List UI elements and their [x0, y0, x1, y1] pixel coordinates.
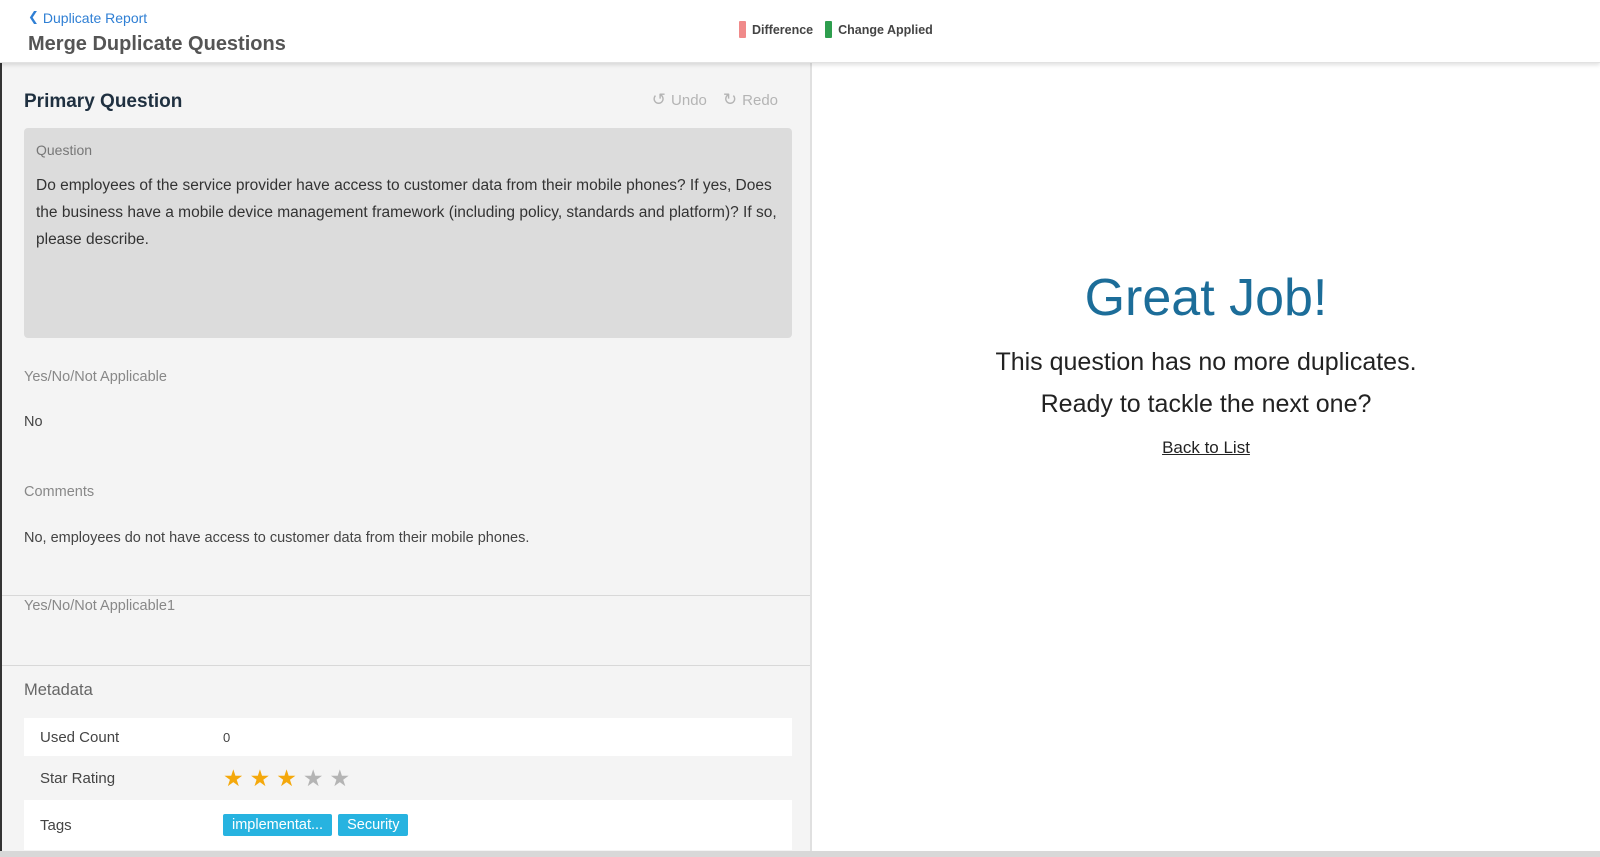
change-legend: Difference Change Applied — [739, 21, 933, 38]
star-icon[interactable]: ★ — [330, 766, 351, 790]
section-divider — [2, 595, 810, 596]
legend-difference-label: Difference — [752, 22, 814, 37]
question-field[interactable]: Question Do employees of the service pro… — [24, 128, 792, 338]
difference-swatch — [739, 21, 746, 38]
primary-question-title: Primary Question — [24, 91, 183, 112]
star-icon[interactable]: ★ — [276, 766, 297, 790]
primary-question-panel: Primary Question ↺ Undo ↻ Redo Question … — [0, 63, 812, 857]
page-header: ❮ Duplicate Report Merge Duplicate Quest… — [0, 0, 1600, 63]
redo-button[interactable]: ↻ Redo — [723, 90, 778, 110]
field-value-yes-no[interactable]: No — [24, 414, 43, 430]
question-label: Question — [36, 142, 93, 158]
field-label-yes-no-1: Yes/No/Not Applicable1 — [24, 598, 176, 614]
legend-change-label: Change Applied — [838, 22, 933, 37]
field-value-comments[interactable]: No, employees do not have access to cust… — [24, 530, 529, 546]
completion-message-line2: Ready to tackle the next one? — [1040, 390, 1372, 418]
section-divider — [2, 665, 810, 666]
metadata-title: Metadata — [24, 681, 93, 699]
redo-label: Redo — [742, 91, 778, 109]
metadata-table: Used Count 0 Star Rating ★ ★ ★ ★ ★ Tags impl… — [24, 718, 792, 850]
completion-message-line1: This question has no more duplicates. — [995, 348, 1417, 376]
redo-icon: ↻ — [722, 90, 738, 109]
back-to-duplicate-report-link[interactable]: ❮ Duplicate Report — [28, 9, 148, 26]
metadata-row-used-count: Used Count 0 — [24, 718, 792, 756]
tags-list: implementat... Security — [223, 814, 409, 836]
legend-difference: Difference — [739, 21, 813, 38]
horizontal-scrollbar[interactable] — [0, 851, 1600, 857]
chevron-left-icon: ❮ — [28, 9, 39, 24]
metadata-row-star-rating: Star Rating ★ ★ ★ ★ ★ — [24, 756, 792, 800]
undo-button[interactable]: ↺ Undo — [652, 90, 707, 110]
back-to-list-link-wrap: Back to List — [812, 438, 1600, 458]
tag-chip[interactable]: implementat... — [223, 814, 333, 836]
field-label-comments: Comments — [24, 484, 95, 500]
undo-label: Undo — [671, 91, 707, 109]
question-text: Do employees of the service provider hav… — [36, 177, 777, 248]
undo-icon: ↺ — [651, 90, 667, 109]
metadata-row-tags: Tags implementat... Security — [24, 800, 792, 850]
tag-chip[interactable]: Security — [338, 814, 409, 836]
star-icon[interactable]: ★ — [303, 766, 324, 790]
star-rating[interactable]: ★ ★ ★ ★ ★ — [223, 766, 351, 790]
used-count-label: Used Count — [40, 728, 120, 746]
star-icon[interactable]: ★ — [223, 766, 244, 790]
back-link-label: Duplicate Report — [42, 10, 148, 26]
completion-panel: Great Job! This question has no more dup… — [812, 63, 1600, 857]
star-rating-label: Star Rating — [40, 769, 116, 787]
page-title: Merge Duplicate Questions — [28, 33, 286, 55]
back-to-list-link[interactable]: Back to List — [1162, 438, 1250, 457]
tags-label: Tags — [40, 816, 72, 834]
star-icon[interactable]: ★ — [250, 766, 271, 790]
change-applied-swatch — [825, 21, 833, 38]
field-label-yes-no: Yes/No/Not Applicable — [24, 369, 167, 385]
undo-redo-group: ↺ Undo ↻ Redo — [652, 90, 778, 110]
completion-headline: Great Job! — [1084, 269, 1328, 327]
used-count-value: 0 — [223, 729, 231, 745]
legend-change-applied: Change Applied — [825, 21, 933, 38]
